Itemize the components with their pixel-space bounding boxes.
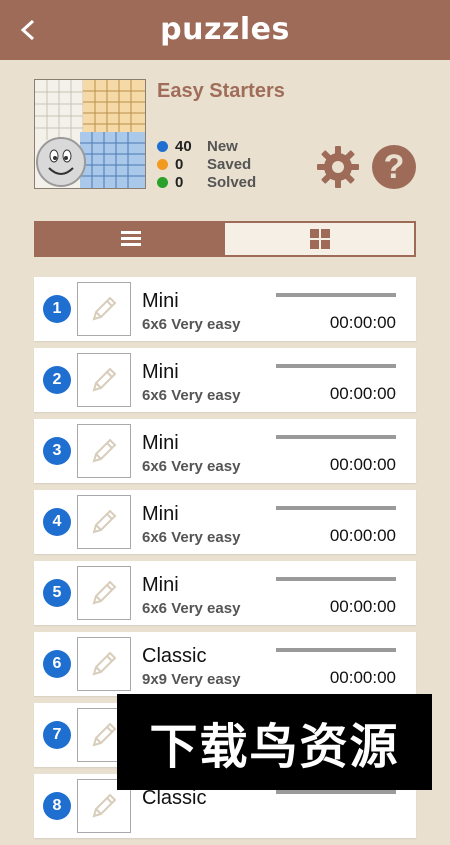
puzzle-preview [77, 637, 131, 691]
puzzle-time: 00:00:00 [329, 384, 396, 403]
puzzle-title: Mini [142, 290, 179, 312]
puzzle-number-badge: 7 [43, 721, 71, 749]
pack-thumbnail [34, 79, 146, 189]
pencil-icon [92, 438, 117, 463]
puzzle-row[interactable]: 4 Mini 6x6 Very easy 00:00:00 [34, 490, 416, 554]
puzzle-number-badge: 2 [43, 366, 71, 394]
puzzle-subtitle: 6x6 Very easy [142, 458, 241, 475]
puzzle-subtitle: 6x6 Very easy [142, 316, 241, 333]
stat-saved: 0 Saved [157, 155, 251, 173]
stat-label: Solved [207, 173, 257, 191]
pencil-icon [92, 296, 117, 321]
stat-count: 0 [175, 173, 184, 191]
grid-icon [309, 229, 330, 249]
pencil-icon [92, 509, 117, 534]
puzzle-title: Mini [142, 574, 179, 596]
stat-label: Saved [207, 155, 252, 173]
puzzle-subtitle: 6x6 Very easy [142, 529, 241, 546]
new-dot-icon [157, 140, 168, 152]
stat-count: 0 [175, 155, 184, 173]
progress-bar [276, 364, 396, 368]
puzzle-preview [77, 424, 131, 478]
puzzle-title: Mini [142, 361, 179, 383]
puzzle-number-badge: 8 [43, 792, 71, 820]
puzzle-title: Classic [142, 645, 207, 667]
list-view-tab[interactable] [36, 223, 225, 255]
gear-icon [317, 146, 359, 188]
help-button[interactable]: ? [372, 145, 416, 189]
puzzle-preview [77, 282, 131, 336]
puzzle-row[interactable]: 5 Mini 6x6 Very easy 00:00:00 [34, 561, 416, 625]
watermark: 下载鸟资源 [117, 694, 432, 790]
pencil-icon [92, 651, 117, 676]
top-bar: puzzles [0, 0, 450, 60]
stat-solved: 0 Solved [157, 173, 256, 191]
view-toggle [34, 221, 416, 257]
grid-view-tab[interactable] [225, 223, 414, 255]
puzzle-time: 00:00:00 [329, 668, 396, 687]
puzzle-number-badge: 4 [43, 508, 71, 536]
pencil-icon [92, 722, 117, 747]
puzzle-row[interactable]: 6 Classic 9x9 Very easy 00:00:00 [34, 632, 416, 696]
progress-bar [276, 506, 396, 510]
progress-bar [276, 790, 396, 794]
progress-bar [276, 577, 396, 581]
pack-title: Easy Starters [157, 80, 285, 102]
puzzle-time: 00:00:00 [329, 313, 396, 332]
puzzle-row[interactable]: 2 Mini 6x6 Very easy 00:00:00 [34, 348, 416, 412]
puzzle-number-badge: 1 [43, 295, 71, 323]
pencil-icon [92, 580, 117, 605]
puzzle-time: 00:00:00 [329, 455, 396, 474]
stat-count: 40 [175, 137, 192, 155]
puzzle-preview [77, 495, 131, 549]
saved-dot-icon [157, 158, 168, 170]
puzzle-time: 00:00:00 [329, 526, 396, 545]
puzzle-number-badge: 6 [43, 650, 71, 678]
puzzle-subtitle: 9x9 Very easy [142, 671, 241, 688]
puzzle-preview [77, 566, 131, 620]
puzzle-subtitle: 6x6 Very easy [142, 600, 241, 617]
puzzle-title: Mini [142, 503, 179, 525]
progress-bar [276, 293, 396, 297]
puzzle-time: 00:00:00 [329, 597, 396, 616]
puzzle-subtitle: 6x6 Very easy [142, 387, 241, 404]
puzzle-row[interactable]: 3 Mini 6x6 Very easy 00:00:00 [34, 419, 416, 483]
puzzle-number-badge: 5 [43, 579, 71, 607]
app-title: puzzles [160, 12, 290, 47]
puzzle-number-badge: 3 [43, 437, 71, 465]
pencil-icon [92, 367, 117, 392]
puzzle-title: Classic [142, 787, 207, 809]
progress-bar [276, 648, 396, 652]
puzzle-row[interactable]: 1 Mini 6x6 Very easy 00:00:00 [34, 277, 416, 341]
settings-button[interactable] [316, 145, 360, 189]
pencil-icon [92, 793, 117, 818]
progress-bar [276, 435, 396, 439]
list-icon [120, 231, 141, 246]
solved-dot-icon [157, 176, 168, 188]
puzzle-title: Mini [142, 432, 179, 454]
stat-label: New [207, 137, 238, 155]
puzzle-preview [77, 353, 131, 407]
stat-new: 40 New [157, 137, 238, 155]
